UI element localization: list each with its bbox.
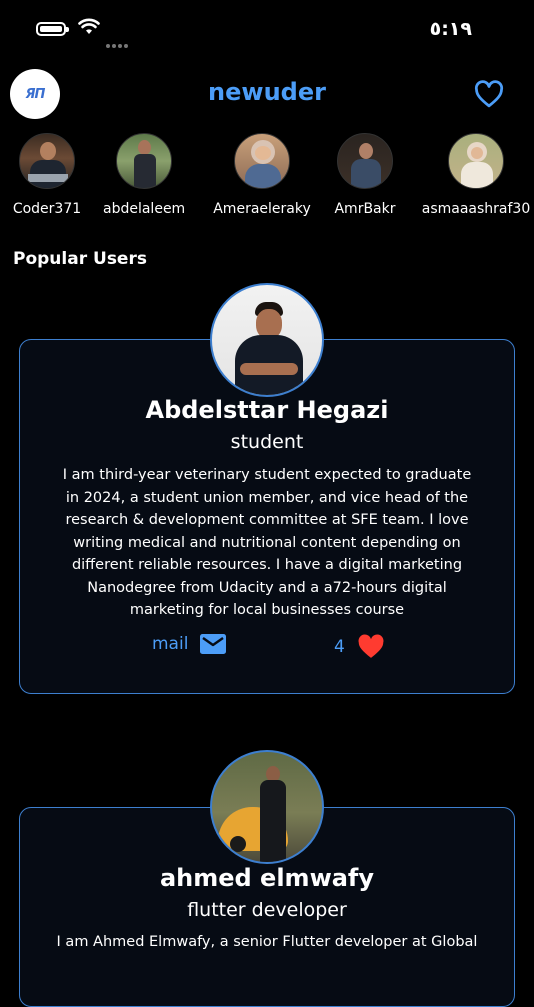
- user-avatar: [210, 750, 324, 864]
- section-title: Popular Users: [13, 249, 147, 269]
- story-item[interactable]: asmaaashraf30: [418, 133, 534, 217]
- battery-icon: [36, 22, 69, 36]
- user-bio: I am Ahmed Elmwafy, a senior Flutter dev…: [56, 934, 478, 950]
- mail-icon: [200, 634, 227, 654]
- story-item[interactable]: abdelaleem: [103, 133, 185, 217]
- story-list: Coder371 abdelaleem Ameraeleraky AmrBakr…: [0, 133, 534, 223]
- like-count: 4: [334, 636, 345, 657]
- avatar: [337, 133, 393, 189]
- user-role: flutter developer: [187, 899, 347, 921]
- user-name: ahmed elmwafy: [159, 864, 375, 892]
- mail-label: mail: [152, 634, 189, 654]
- mail-button[interactable]: mail: [152, 634, 227, 654]
- heart-filled-icon: [358, 634, 384, 658]
- heart-outline-icon[interactable]: [474, 80, 504, 108]
- story-item[interactable]: Ameraeleraky: [208, 133, 316, 217]
- story-name: Ameraeleraky: [213, 201, 311, 217]
- user-name: Abdelsttar Hegazi: [145, 396, 389, 424]
- story-name: abdelaleem: [103, 201, 186, 217]
- user-role: student: [230, 431, 304, 453]
- wifi-icon: [78, 18, 100, 34]
- signal-icon: [106, 33, 130, 52]
- story-item[interactable]: Coder371: [10, 133, 84, 217]
- avatar: [116, 133, 172, 189]
- story-name: Coder371: [12, 201, 82, 217]
- story-item[interactable]: AmrBakr: [332, 133, 398, 217]
- user-avatar: [210, 283, 324, 397]
- story-name: asmaaashraf30: [421, 201, 531, 217]
- avatar: [234, 133, 290, 189]
- story-name: AmrBakr: [334, 201, 396, 217]
- status-time: ٥:١٩: [429, 18, 472, 40]
- status-bar: ٥:١٩: [0, 0, 534, 60]
- avatar: [448, 133, 504, 189]
- user-bio: I am third-year veterinary student expec…: [62, 467, 472, 618]
- app-title: newuder: [208, 78, 326, 106]
- avatar: [19, 133, 75, 189]
- like-button[interactable]: 4: [334, 634, 385, 659]
